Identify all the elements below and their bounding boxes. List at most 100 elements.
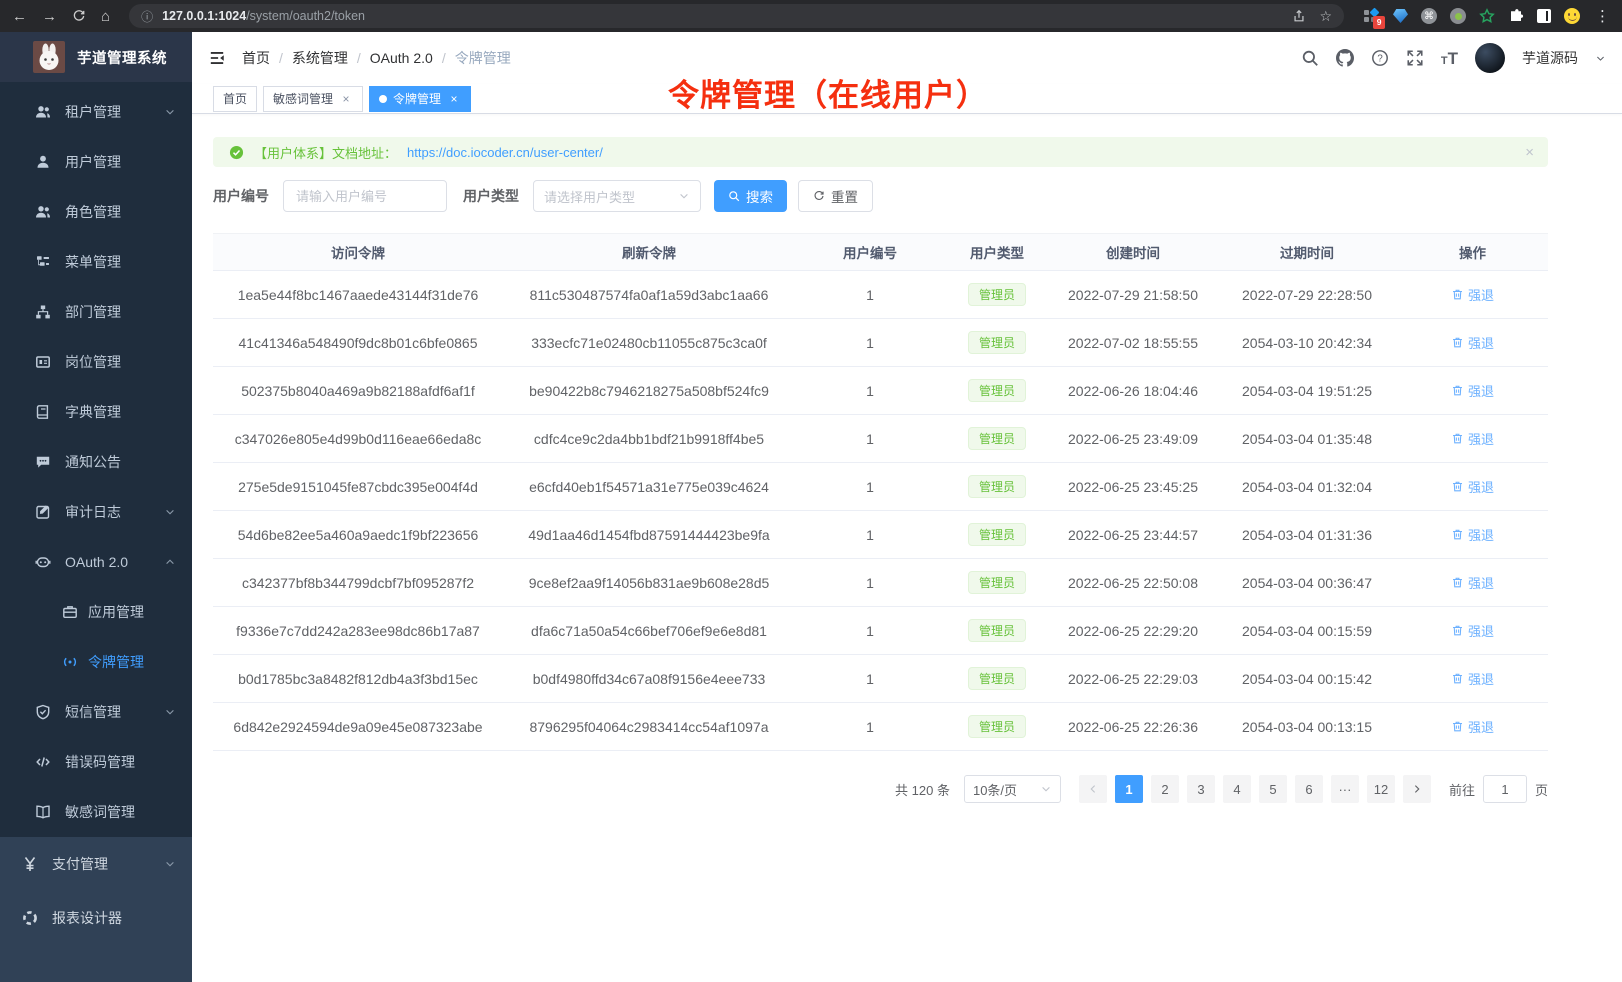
page-button[interactable]: 1 <box>1115 775 1143 803</box>
extension-split-icon[interactable] <box>1537 9 1551 23</box>
sidebar-item[interactable]: 字典管理 <box>0 387 192 437</box>
page-ellipsis-button[interactable]: ··· <box>1331 775 1359 803</box>
collapse-sidebar-icon[interactable] <box>208 49 226 67</box>
force-logout-button[interactable]: 强退 <box>1451 429 1494 448</box>
tag[interactable]: 令牌管理× <box>369 86 471 112</box>
force-logout-button[interactable]: 强退 <box>1451 573 1494 592</box>
user-type-select[interactable]: 请选择用户类型 <box>533 180 701 212</box>
avatar[interactable] <box>1475 43 1505 73</box>
user-name[interactable]: 芋道源码 <box>1522 48 1578 68</box>
chevron-down-icon <box>1040 783 1052 795</box>
log-icon <box>35 504 51 520</box>
page-button[interactable]: 2 <box>1151 775 1179 803</box>
org-tree-icon <box>35 304 51 320</box>
fullscreen-icon[interactable] <box>1406 49 1424 67</box>
extension-puzzle-icon[interactable] <box>1508 8 1524 24</box>
sidebar-item[interactable]: 敏感词管理 <box>0 787 192 837</box>
extension-gem-icon[interactable] <box>1393 9 1408 23</box>
sidebar-item[interactable]: OAuth 2.0 <box>0 537 192 587</box>
close-icon[interactable]: × <box>447 92 461 106</box>
sidebar-item[interactable]: 用户管理 <box>0 137 192 187</box>
access-token-cell: 41c41346a548490f9dc8b01c6bfe0865 <box>213 319 503 367</box>
page-size-select[interactable]: 10条/页 <box>964 775 1061 803</box>
chevron-down-icon <box>164 506 176 518</box>
force-logout-button[interactable]: 强退 <box>1451 477 1494 496</box>
search-icon[interactable] <box>1301 49 1319 67</box>
sidebar-item[interactable]: 应用管理 <box>0 587 192 637</box>
expires-cell: 2054-03-04 19:51:25 <box>1217 367 1397 415</box>
page-button[interactable]: 3 <box>1187 775 1215 803</box>
alert-link[interactable]: https://doc.iocoder.cn/user-center/ <box>407 145 603 160</box>
sidebar-item[interactable]: 租户管理 <box>0 87 192 137</box>
page-button[interactable]: 6 <box>1295 775 1323 803</box>
close-icon[interactable]: × <box>339 92 353 106</box>
force-logout-button[interactable]: 强退 <box>1451 717 1494 736</box>
access-token-cell: f9336e7c7dd242a283ee98dc86b17a87 <box>213 607 503 655</box>
created-cell: 2022-06-25 23:45:25 <box>1049 463 1217 511</box>
sidebar-item[interactable]: 错误码管理 <box>0 737 192 787</box>
force-logout-button[interactable]: 强退 <box>1451 333 1494 352</box>
check-circle-icon <box>229 145 244 160</box>
table-row: c347026e805e4d99b0d116eae66eda8ccdfc4ce9… <box>213 415 1548 463</box>
back-icon[interactable]: ← <box>12 9 27 24</box>
alert-close-icon[interactable]: × <box>1525 144 1534 161</box>
force-logout-button[interactable]: 强退 <box>1451 621 1494 640</box>
search-button[interactable]: 搜索 <box>714 180 787 212</box>
extension-cmd-icon[interactable]: ⌘ <box>1421 8 1437 24</box>
page-button[interactable]: 5 <box>1259 775 1287 803</box>
tag[interactable]: 首页 <box>213 86 257 112</box>
table-row: b0d1785bc3a8482f812db4a3f3bd15ecb0df4980… <box>213 655 1548 703</box>
message-icon <box>35 454 51 470</box>
reset-button[interactable]: 重置 <box>798 180 873 212</box>
extension-dot-icon[interactable] <box>1450 8 1466 24</box>
sidebar-item[interactable]: 支付管理 <box>0 837 192 891</box>
site-info-icon[interactable]: ⓘ <box>141 8 153 25</box>
sidebar-item[interactable]: 角色管理 <box>0 187 192 237</box>
sidebar-item[interactable]: 岗位管理 <box>0 337 192 387</box>
user-id-input[interactable] <box>283 180 447 212</box>
sidebar-item-label: 角色管理 <box>65 202 121 222</box>
github-icon[interactable] <box>1336 49 1354 67</box>
user-type-badge: 管理员 <box>968 379 1026 402</box>
force-logout-button[interactable]: 强退 <box>1451 285 1494 304</box>
access-token-cell: 6d842e2924594de9a09e45e087323abe <box>213 703 503 751</box>
address-bar[interactable]: ⓘ 127.0.0.1:1024/system/oauth2/token ☆ <box>129 4 1344 28</box>
breadcrumb-item[interactable]: 系统管理 <box>292 48 348 68</box>
question-icon[interactable]: ? <box>1371 49 1389 67</box>
extensions-area: 9 ⌘ <box>1363 8 1580 25</box>
kebab-menu-icon[interactable]: ⋮ <box>1595 9 1610 24</box>
prev-page-button[interactable] <box>1079 775 1107 803</box>
sidebar-item[interactable]: 报表设计器 <box>0 891 192 945</box>
caret-down-icon[interactable] <box>1595 53 1606 64</box>
sidebar-item-label: 租户管理 <box>65 102 121 122</box>
page-button[interactable]: 4 <box>1223 775 1251 803</box>
breadcrumb-item[interactable]: OAuth 2.0 <box>370 50 433 66</box>
forward-icon[interactable]: → <box>42 9 57 24</box>
sidebar-item[interactable]: 审计日志 <box>0 487 192 537</box>
share-icon[interactable] <box>1292 9 1306 23</box>
sidebar-item[interactable]: 部门管理 <box>0 287 192 337</box>
force-logout-button[interactable]: 强退 <box>1451 525 1494 544</box>
sidebar-item[interactable]: 菜单管理 <box>0 237 192 287</box>
force-logout-button[interactable]: 强退 <box>1451 669 1494 688</box>
sidebar-item[interactable]: 短信管理 <box>0 687 192 737</box>
goto-page-input[interactable] <box>1483 775 1527 803</box>
extension-smiley-icon[interactable] <box>1564 8 1580 24</box>
extension-grid-icon[interactable]: 9 <box>1363 8 1380 25</box>
tag[interactable]: 敏感词管理× <box>263 86 363 112</box>
sidebar-item[interactable]: 通知公告 <box>0 437 192 487</box>
force-logout-button[interactable]: 强退 <box>1451 381 1494 400</box>
font-size-icon[interactable]: TT <box>1441 50 1458 67</box>
extension-star-icon[interactable] <box>1479 8 1495 24</box>
goto-label: 前往 <box>1449 780 1475 799</box>
home-icon[interactable]: ⌂ <box>101 9 110 24</box>
next-page-button[interactable] <box>1403 775 1431 803</box>
breadcrumb-item[interactable]: 首页 <box>242 48 270 68</box>
sidebar-item[interactable]: 令牌管理 <box>0 637 192 687</box>
refresh-token-cell: 9ce8ef2aa9f14056b831ae9b608e28d5 <box>503 559 795 607</box>
bookmark-star-icon[interactable]: ☆ <box>1319 8 1332 25</box>
page-button[interactable]: 12 <box>1367 775 1395 803</box>
table-row: 275e5de9151045fe87cbdc395e004f4de6cfd40e… <box>213 463 1548 511</box>
access-token-cell: b0d1785bc3a8482f812db4a3f3bd15ec <box>213 655 503 703</box>
reload-icon[interactable] <box>72 9 86 23</box>
